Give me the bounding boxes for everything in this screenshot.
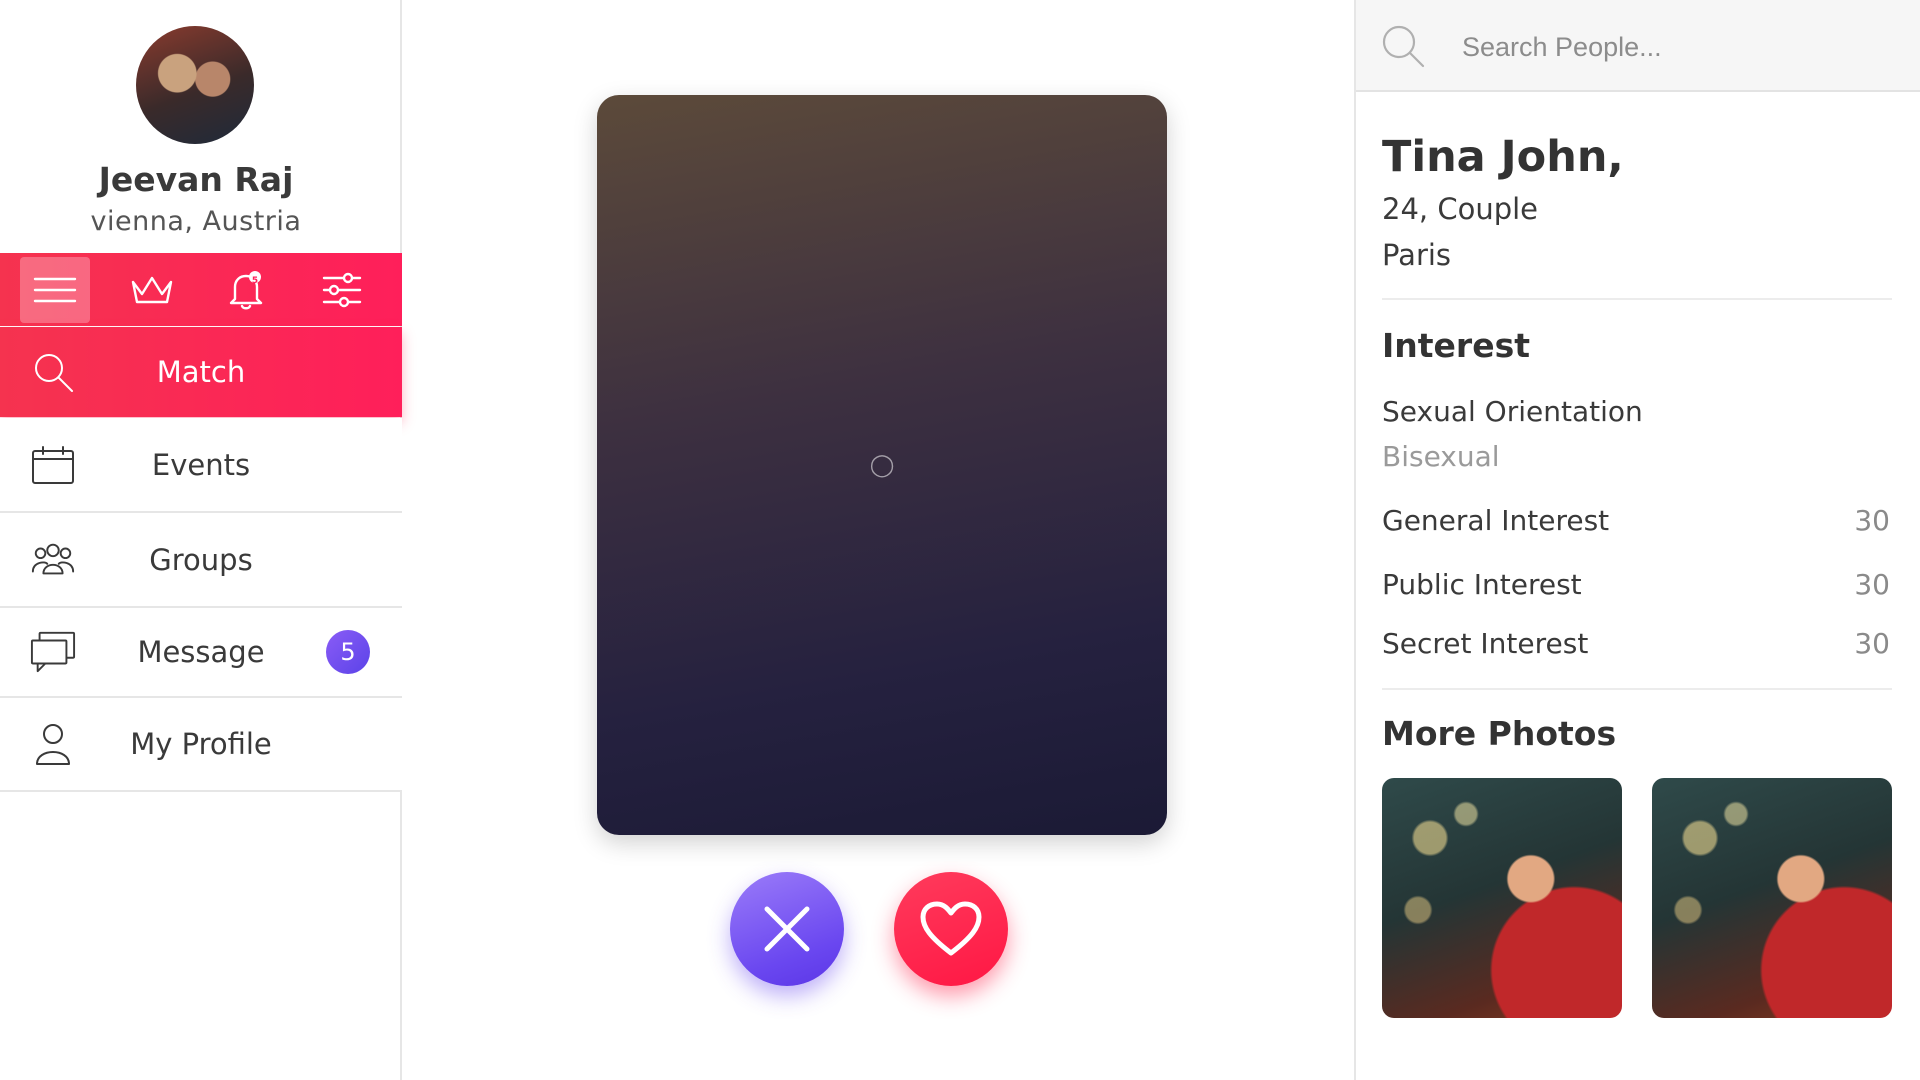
- sidebar: Jeevan Raj vienna, Austria 5 Match Event…: [0, 0, 402, 1080]
- heart-icon: [920, 901, 982, 956]
- search-bar: [1356, 0, 1920, 92]
- profile-name: Tina John,: [1382, 132, 1624, 182]
- sliders-icon: [322, 272, 362, 307]
- notifications-button[interactable]: 5: [212, 253, 282, 326]
- nav-label-events: Events: [151, 447, 251, 482]
- public-interest-value: 30: [1854, 568, 1890, 601]
- public-interest-label: Public Interest: [1382, 568, 1582, 601]
- secret-interest-label: Secret Interest: [1382, 627, 1589, 660]
- like-button[interactable]: [894, 872, 1008, 986]
- notification-count: 5: [251, 276, 259, 286]
- bell-icon: [229, 270, 263, 309]
- photo-thumbnail[interactable]: [1382, 778, 1622, 1018]
- menu-icon: [33, 277, 77, 303]
- nav-label-my-profile: My Profile: [130, 727, 272, 761]
- user-name: Jeevan Raj: [98, 160, 294, 199]
- photo-placeholder-icon: ◯: [869, 452, 895, 477]
- secret-interest-value: 30: [1854, 627, 1890, 660]
- profile-city: Paris: [1382, 238, 1452, 272]
- orientation-value: Bisexual: [1382, 440, 1500, 473]
- nav-item-my-profile[interactable]: My Profile: [0, 698, 402, 792]
- close-icon: [764, 906, 810, 952]
- search-input[interactable]: [1462, 26, 1892, 68]
- nav-label-groups: Groups: [149, 542, 253, 577]
- filters-button[interactable]: [307, 253, 377, 326]
- nav-item-events[interactable]: Events: [0, 418, 402, 513]
- general-interest-value: 30: [1854, 504, 1890, 537]
- nav-item-groups[interactable]: Groups: [0, 513, 402, 608]
- profile-panel: Tina John, 24, Couple Paris Interest Sex…: [1354, 0, 1920, 1080]
- profile-age-status: 24, Couple: [1382, 192, 1539, 226]
- nav-item-message[interactable]: Message 5: [0, 608, 402, 698]
- reject-button[interactable]: [730, 872, 844, 986]
- divider: [1382, 688, 1892, 690]
- crown-icon: [131, 276, 173, 303]
- orientation-label: Sexual Orientation: [1382, 395, 1643, 428]
- user-location: vienna, Austria: [90, 206, 302, 237]
- search-icon[interactable]: [1380, 23, 1426, 69]
- menu-button[interactable]: [20, 257, 90, 323]
- avatar[interactable]: [136, 26, 254, 144]
- photo-thumbnail[interactable]: [1652, 778, 1892, 1018]
- sidebar-toolbar: 5: [0, 253, 402, 326]
- more-photos-title: More Photos: [1382, 714, 1617, 753]
- divider: [1382, 298, 1892, 300]
- message-count-badge: 5: [326, 630, 370, 674]
- match-photo[interactable]: ◯: [597, 95, 1167, 835]
- premium-button[interactable]: [117, 253, 187, 326]
- general-interest-label: General Interest: [1382, 504, 1610, 537]
- interest-title: Interest: [1382, 326, 1531, 365]
- nav-item-match[interactable]: Match: [0, 327, 402, 417]
- nav-label-match: Match: [156, 355, 246, 389]
